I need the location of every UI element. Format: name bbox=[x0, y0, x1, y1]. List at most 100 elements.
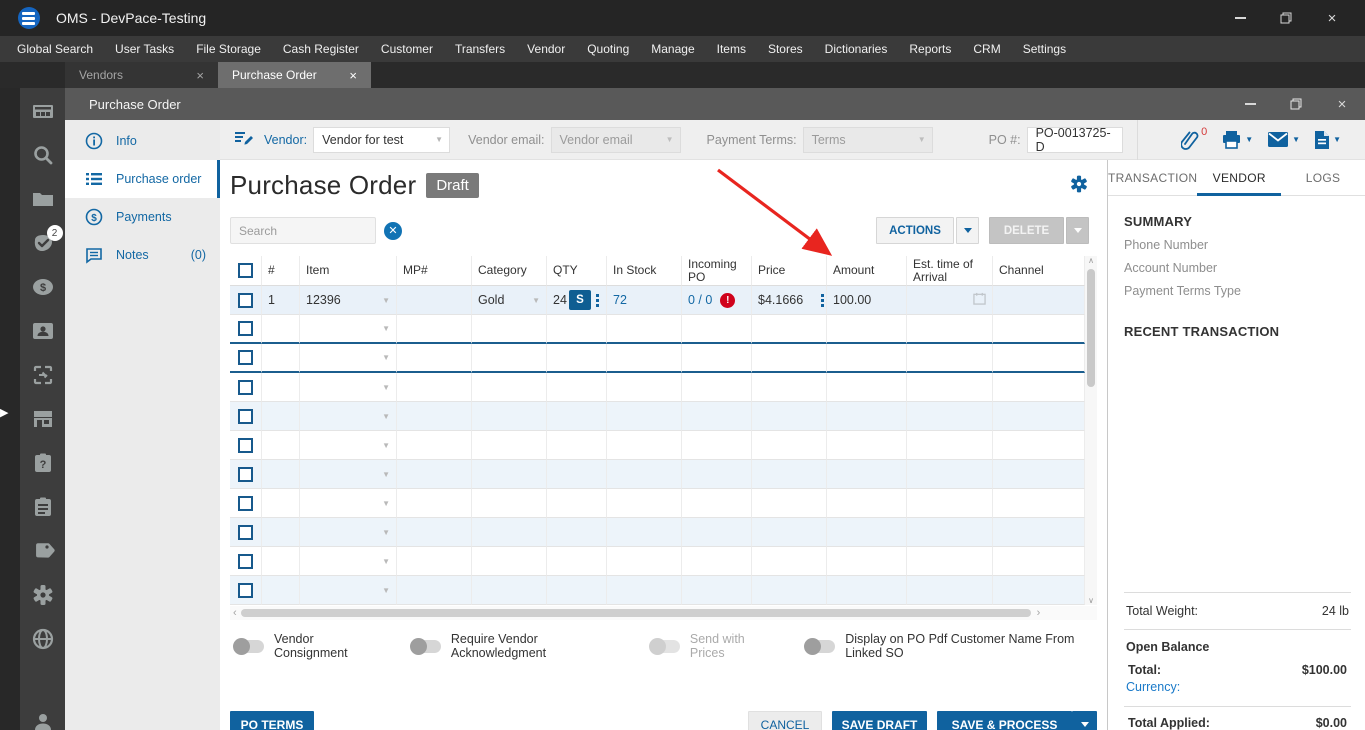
row-checkbox[interactable] bbox=[238, 466, 253, 482]
menu-item-manage[interactable]: Manage bbox=[640, 36, 705, 62]
actions-button[interactable]: ACTIONS bbox=[876, 217, 954, 244]
toggle-display-on-po-pdf-customer-name-from-linked-so[interactable]: Display on PO Pdf Customer Name From Lin… bbox=[804, 632, 1107, 660]
qty-menu-icon[interactable] bbox=[595, 293, 599, 307]
empty-cell[interactable] bbox=[752, 460, 827, 489]
empty-cell[interactable] bbox=[472, 402, 547, 431]
empty-cell[interactable] bbox=[607, 518, 682, 547]
menu-item-customer[interactable]: Customer bbox=[370, 36, 444, 62]
empty-cell[interactable] bbox=[607, 402, 682, 431]
settings-gear-icon[interactable] bbox=[1069, 174, 1089, 197]
row-checkbox[interactable] bbox=[238, 437, 253, 453]
empty-cell[interactable] bbox=[907, 460, 993, 489]
menu-item-dictionaries[interactable]: Dictionaries bbox=[814, 36, 899, 62]
email-button[interactable]: ▼ bbox=[1267, 131, 1300, 149]
empty-cell[interactable] bbox=[397, 576, 472, 605]
scroll-down-icon[interactable]: ∨ bbox=[1088, 596, 1094, 605]
column-header-est-time-of-arrival[interactable]: Est. time of Arrival bbox=[907, 256, 993, 286]
empty-cell[interactable] bbox=[607, 344, 682, 373]
empty-cell[interactable]: ▼ bbox=[300, 402, 397, 431]
empty-cell[interactable] bbox=[262, 431, 300, 460]
row-checkbox[interactable] bbox=[238, 408, 253, 424]
money-icon[interactable]: $ bbox=[31, 275, 55, 299]
empty-cell[interactable] bbox=[993, 431, 1085, 460]
table-empty-row[interactable]: ▼ bbox=[230, 373, 1085, 402]
empty-cell[interactable] bbox=[547, 373, 607, 402]
empty-cell[interactable]: ▼ bbox=[300, 373, 397, 402]
empty-cell[interactable] bbox=[827, 460, 907, 489]
column-header-incoming-po[interactable]: Incoming PO bbox=[682, 256, 752, 286]
table-empty-row[interactable]: ▼ bbox=[230, 576, 1085, 605]
vertical-scroll-thumb[interactable] bbox=[1087, 269, 1095, 387]
empty-cell[interactable] bbox=[993, 402, 1085, 431]
empty-cell[interactable] bbox=[993, 576, 1085, 605]
column-header-channel[interactable]: Channel bbox=[993, 256, 1085, 286]
globe-icon[interactable] bbox=[31, 627, 55, 651]
column-header-category[interactable]: Category bbox=[472, 256, 547, 286]
empty-cell[interactable]: ▼ bbox=[300, 576, 397, 605]
vertical-scrollbar[interactable]: ∧ ∨ bbox=[1085, 256, 1097, 605]
qty-s-button[interactable]: S bbox=[568, 290, 591, 310]
empty-cell[interactable] bbox=[607, 547, 682, 576]
column-header-item[interactable]: Item bbox=[300, 256, 397, 286]
tab-vendor[interactable]: VENDOR bbox=[1197, 160, 1282, 196]
scroll-left-icon[interactable]: ‹ bbox=[230, 607, 237, 619]
toggle-switch[interactable] bbox=[804, 637, 836, 655]
restore-button[interactable] bbox=[1263, 3, 1309, 33]
empty-cell[interactable] bbox=[682, 373, 752, 402]
save-process-button[interactable]: SAVE & PROCESS bbox=[937, 711, 1072, 730]
tab-purchase-order[interactable]: Purchase Order × bbox=[218, 62, 371, 88]
cell-amount[interactable]: 100.00 bbox=[827, 286, 907, 315]
empty-cell[interactable] bbox=[993, 460, 1085, 489]
empty-cell[interactable] bbox=[472, 344, 547, 373]
row-checkbox[interactable] bbox=[238, 379, 253, 395]
cancel-button[interactable]: CANCEL bbox=[748, 711, 822, 730]
menu-item-stores[interactable]: Stores bbox=[757, 36, 814, 62]
row-checkbox[interactable] bbox=[238, 292, 253, 308]
menu-item-settings[interactable]: Settings bbox=[1012, 36, 1077, 62]
empty-cell[interactable] bbox=[682, 460, 752, 489]
price-menu-icon[interactable] bbox=[821, 293, 824, 307]
empty-cell[interactable] bbox=[907, 576, 993, 605]
nav-item-payments[interactable]: $ Payments bbox=[65, 198, 220, 236]
empty-cell[interactable] bbox=[262, 547, 300, 576]
empty-cell[interactable] bbox=[907, 489, 993, 518]
folder-icon[interactable] bbox=[31, 187, 55, 211]
empty-cell[interactable] bbox=[907, 518, 993, 547]
store-icon[interactable] bbox=[31, 407, 55, 431]
row-checkbox[interactable] bbox=[238, 350, 253, 365]
po-number-input[interactable]: PO-0013725-D bbox=[1026, 126, 1123, 154]
nav-item-notes[interactable]: Notes (0) bbox=[65, 236, 220, 274]
empty-cell[interactable] bbox=[752, 315, 827, 344]
empty-cell[interactable] bbox=[607, 576, 682, 605]
tab-transaction[interactable]: TRANSACTION bbox=[1108, 160, 1197, 195]
empty-cell[interactable] bbox=[993, 489, 1085, 518]
empty-cell[interactable] bbox=[397, 402, 472, 431]
column-header-amount[interactable]: Amount bbox=[827, 256, 907, 286]
inner-minimize-button[interactable] bbox=[1227, 89, 1273, 119]
empty-cell[interactable] bbox=[397, 460, 472, 489]
column-header-[interactable]: # bbox=[262, 256, 300, 286]
empty-cell[interactable]: ▼ bbox=[300, 518, 397, 547]
table-empty-row[interactable]: ▼ bbox=[230, 431, 1085, 460]
empty-cell[interactable] bbox=[827, 489, 907, 518]
delete-dropdown-button[interactable] bbox=[1066, 217, 1089, 244]
empty-cell[interactable] bbox=[472, 547, 547, 576]
menu-item-file-storage[interactable]: File Storage bbox=[185, 36, 272, 62]
empty-cell[interactable] bbox=[682, 344, 752, 373]
table-empty-row[interactable]: ▼ bbox=[230, 547, 1085, 576]
menu-item-transfers[interactable]: Transfers bbox=[444, 36, 516, 62]
toggle-require-vendor-acknowledgment[interactable]: Require Vendor Acknowledgment bbox=[409, 632, 616, 660]
empty-cell[interactable] bbox=[262, 518, 300, 547]
empty-cell[interactable]: ▼ bbox=[300, 315, 397, 344]
empty-cell[interactable] bbox=[607, 489, 682, 518]
empty-cell[interactable] bbox=[472, 518, 547, 547]
toggle-vendor-consignment[interactable]: Vendor Consignment bbox=[233, 632, 377, 660]
empty-cell[interactable] bbox=[752, 489, 827, 518]
cash-register-icon[interactable] bbox=[31, 99, 55, 123]
empty-cell[interactable] bbox=[547, 460, 607, 489]
tasks-icon[interactable]: 2 bbox=[31, 225, 63, 255]
cell-eta[interactable] bbox=[907, 286, 993, 315]
menu-item-reports[interactable]: Reports bbox=[898, 36, 962, 62]
scroll-right-icon[interactable]: › bbox=[1037, 607, 1041, 619]
empty-cell[interactable] bbox=[907, 344, 993, 373]
